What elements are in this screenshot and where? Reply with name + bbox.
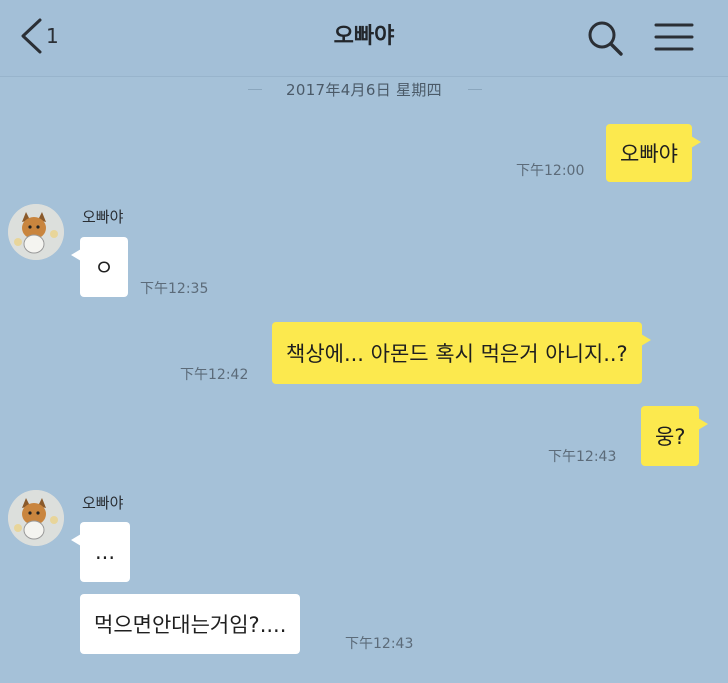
message-time: 下午12:43 (345, 636, 414, 652)
message-text: ... (94, 540, 116, 564)
divider (248, 88, 262, 90)
message-text: 웅? (655, 425, 686, 449)
search-icon (588, 21, 623, 56)
message-time: 下午12:42 (180, 367, 249, 383)
message-bubble-received[interactable]: 먹으면안대는거임?.... (80, 594, 301, 654)
avatar[interactable] (8, 204, 64, 260)
sender-name: 오빠야 (82, 494, 124, 512)
message-text: 오빠야 (620, 142, 678, 166)
message-bubble-sent[interactable]: 오빠야 (606, 124, 701, 182)
date-label: 2017年4月6日 星期四 (286, 80, 442, 99)
avatar-character-image (8, 490, 64, 546)
chat-header: 1 오빠야 (0, 0, 728, 77)
menu-button[interactable] (652, 18, 696, 58)
divider (468, 88, 482, 90)
message-bubble-sent[interactable]: 웅? (641, 406, 710, 466)
message-time: 下午12:43 (548, 449, 617, 465)
menu-icon (654, 23, 694, 51)
message-time: 下午12:00 (516, 163, 585, 179)
avatar[interactable] (8, 490, 64, 546)
sender-name: 오빠야 (82, 208, 124, 226)
message-text: 먹으면안대는거임?.... (94, 613, 287, 637)
message-bubble-sent[interactable]: 책상에... 아몬드 혹시 먹은거 아니지..? (272, 322, 651, 384)
message-bubble-received[interactable]: ㅇ (71, 237, 128, 297)
message-bubble-received[interactable]: ... (71, 522, 130, 582)
message-text: 책상에... 아몬드 혹시 먹은거 아니지..? (286, 342, 628, 366)
date-separator: 2017年4月6日 星期四 (0, 78, 728, 100)
search-button[interactable] (585, 18, 625, 58)
message-time: 下午12:35 (140, 281, 209, 297)
avatar-character-image (8, 204, 64, 260)
message-text: ㅇ (94, 256, 114, 280)
